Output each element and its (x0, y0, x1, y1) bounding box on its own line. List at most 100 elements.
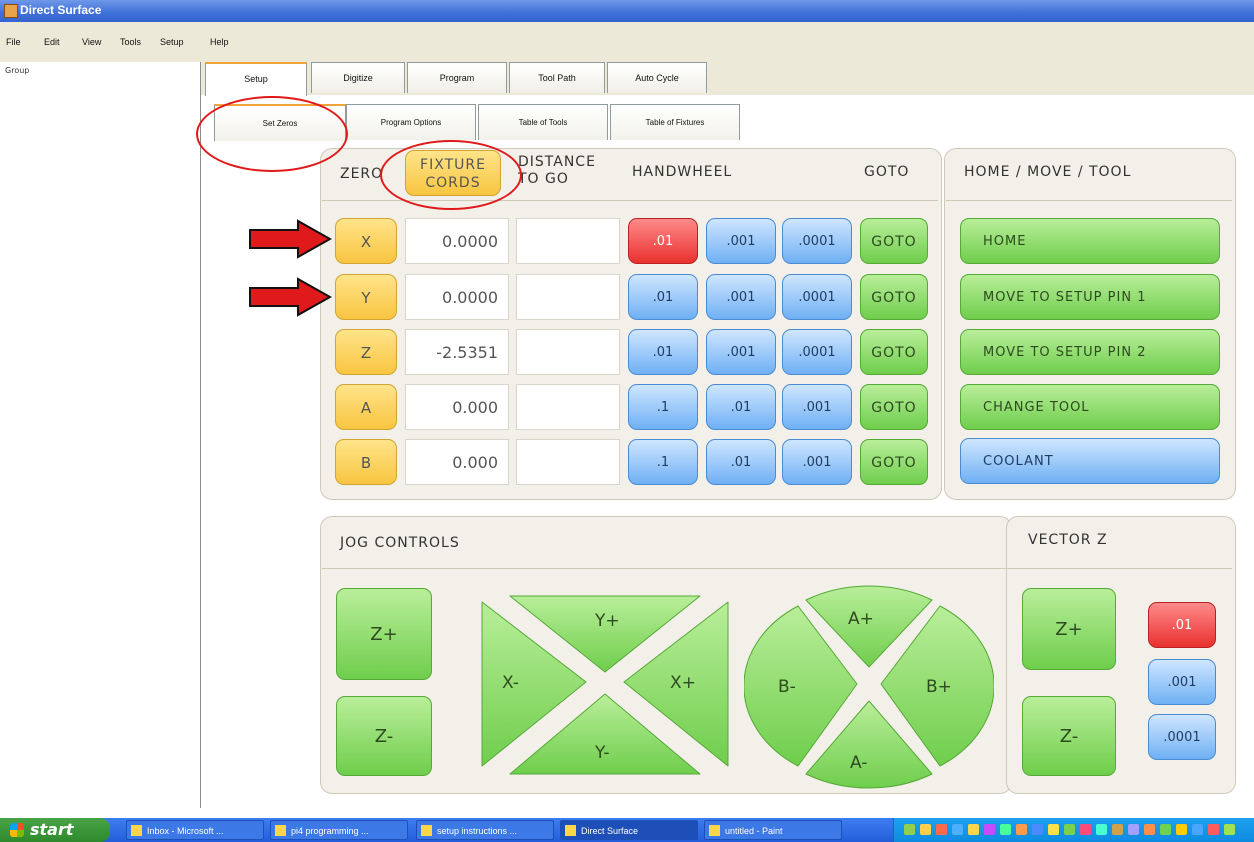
vector-z-plus-button[interactable]: Z+ (1022, 588, 1116, 670)
main-tab-strip: Setup Digitize Program Tool Path Auto Cy… (201, 62, 1254, 96)
axis-zero-button[interactable]: X (335, 218, 397, 264)
tray-icon[interactable] (1016, 824, 1027, 835)
goto-button[interactable]: GOTO (860, 384, 928, 430)
tab-digitize[interactable]: Digitize (311, 62, 405, 93)
handwheel-step-button[interactable]: .0001 (782, 218, 852, 264)
tray-icon[interactable] (936, 824, 947, 835)
menu-setup[interactable]: Setup (160, 37, 184, 47)
tray-icon[interactable] (984, 824, 995, 835)
jog-controls-header: JOG CONTROLS (340, 535, 460, 551)
home-move-tool-button[interactable]: MOVE TO SETUP PIN 2 (960, 329, 1220, 375)
menu-edit[interactable]: Edit (44, 37, 60, 47)
vector-z-step-button[interactable]: .0001 (1148, 714, 1216, 760)
taskbar-task-button[interactable]: setup instructions ... (416, 820, 554, 840)
jog-z-plus-button[interactable]: Z+ (336, 588, 432, 680)
menu-tools[interactable]: Tools (120, 37, 141, 47)
task-app-icon (131, 825, 142, 836)
handwheel-step-button[interactable]: .001 (782, 439, 852, 485)
tray-icon[interactable] (1064, 824, 1075, 835)
home-move-tool-button[interactable]: HOME (960, 218, 1220, 264)
tray-icon[interactable] (1080, 824, 1091, 835)
tab-tool-path[interactable]: Tool Path (509, 62, 605, 93)
ab-jog-pad: A+ B- B+ A- (744, 585, 994, 789)
home-move-tool-button[interactable]: COOLANT (960, 438, 1220, 484)
taskbar-task-button[interactable]: pi4 programming ... (270, 820, 408, 840)
handwheel-step-button[interactable]: .001 (706, 329, 776, 375)
axis-zero-button[interactable]: B (335, 439, 397, 485)
taskbar-task-button[interactable]: untitled - Paint (704, 820, 842, 840)
to-go-label: TO GO (518, 171, 569, 187)
home-move-tool-button[interactable]: CHANGE TOOL (960, 384, 1220, 430)
handwheel-step-button[interactable]: .001 (706, 218, 776, 264)
subtab-table-of-fixtures[interactable]: Table of Fixtures (610, 104, 740, 140)
tray-icon[interactable] (1048, 824, 1059, 835)
handwheel-step-button[interactable]: .01 (628, 329, 698, 375)
task-label: setup instructions ... (437, 826, 518, 836)
group-label: Group (5, 66, 30, 75)
axis-zero-button[interactable]: A (335, 384, 397, 430)
tray-icon[interactable] (1208, 824, 1219, 835)
task-app-icon (709, 825, 720, 836)
xy-jog-pad: Y+ X- X+ Y- (481, 595, 729, 775)
home-move-tool-button[interactable]: MOVE TO SETUP PIN 1 (960, 274, 1220, 320)
taskbar-task-button[interactable]: Direct Surface (560, 820, 698, 840)
tray-icon[interactable] (1096, 824, 1107, 835)
vector-z-step-button[interactable]: .01 (1148, 602, 1216, 648)
subtab-table-of-tools[interactable]: Table of Tools (478, 104, 608, 140)
task-app-icon (275, 825, 286, 836)
tray-icon[interactable] (1112, 824, 1123, 835)
axis-zero-button[interactable]: Y (335, 274, 397, 320)
handwheel-step-button[interactable]: .01 (628, 218, 698, 264)
jog-z-minus-button[interactable]: Z- (336, 696, 432, 776)
goto-button[interactable]: GOTO (860, 218, 928, 264)
tray-icon[interactable] (1192, 824, 1203, 835)
distance-to-go-field (516, 329, 620, 375)
menu-file[interactable]: File (6, 37, 21, 47)
goto-button[interactable]: GOTO (860, 439, 928, 485)
tray-icon[interactable] (952, 824, 963, 835)
goto-button[interactable]: GOTO (860, 274, 928, 320)
a-minus-label: A- (850, 753, 867, 773)
tray-icon[interactable] (1032, 824, 1043, 835)
tray-icon[interactable] (968, 824, 979, 835)
tray-icon[interactable] (1176, 824, 1187, 835)
tab-auto-cycle[interactable]: Auto Cycle (607, 62, 707, 93)
a-plus-label: A+ (848, 609, 874, 629)
handwheel-step-button[interactable]: .1 (628, 439, 698, 485)
left-panel: Group (0, 62, 201, 808)
tray-icon[interactable] (1000, 824, 1011, 835)
tab-program[interactable]: Program (407, 62, 507, 93)
handwheel-header: HANDWHEEL (632, 164, 733, 180)
menu-view[interactable]: View (82, 37, 101, 47)
menu-help[interactable]: Help (210, 37, 229, 47)
tray-icon[interactable] (1144, 824, 1155, 835)
tray-icon[interactable] (904, 824, 915, 835)
vector-z-step-button[interactable]: .001 (1148, 659, 1216, 705)
handwheel-step-button[interactable]: .001 (706, 274, 776, 320)
b-minus-label: B- (778, 677, 796, 697)
handwheel-step-button[interactable]: .01 (706, 439, 776, 485)
tab-setup[interactable]: Setup (205, 62, 307, 96)
tray-icon[interactable] (1128, 824, 1139, 835)
axis-zero-button[interactable]: Z (335, 329, 397, 375)
handwheel-step-button[interactable]: .01 (706, 384, 776, 430)
subtab-program-options[interactable]: Program Options (346, 104, 476, 140)
handwheel-step-button[interactable]: .0001 (782, 329, 852, 375)
tray-icon[interactable] (1160, 824, 1171, 835)
goto-button[interactable]: GOTO (860, 329, 928, 375)
tray-icon[interactable] (1224, 824, 1235, 835)
home-move-tool-header: HOME / MOVE / TOOL (964, 164, 1132, 180)
annotation-circle (196, 96, 348, 172)
distance-to-go-field (516, 218, 620, 264)
vector-z-header: VECTOR Z (1028, 532, 1108, 548)
handwheel-step-button[interactable]: .0001 (782, 274, 852, 320)
handwheel-step-button[interactable]: .001 (782, 384, 852, 430)
taskbar-task-button[interactable]: Inbox - Microsoft ... (126, 820, 264, 840)
handwheel-step-button[interactable]: .01 (628, 274, 698, 320)
tray-icon[interactable] (920, 824, 931, 835)
vector-z-minus-button[interactable]: Z- (1022, 696, 1116, 776)
handwheel-step-button[interactable]: .1 (628, 384, 698, 430)
system-tray (893, 818, 1254, 842)
title-bar: Direct Surface (0, 0, 1254, 22)
start-button[interactable]: start (0, 818, 110, 842)
